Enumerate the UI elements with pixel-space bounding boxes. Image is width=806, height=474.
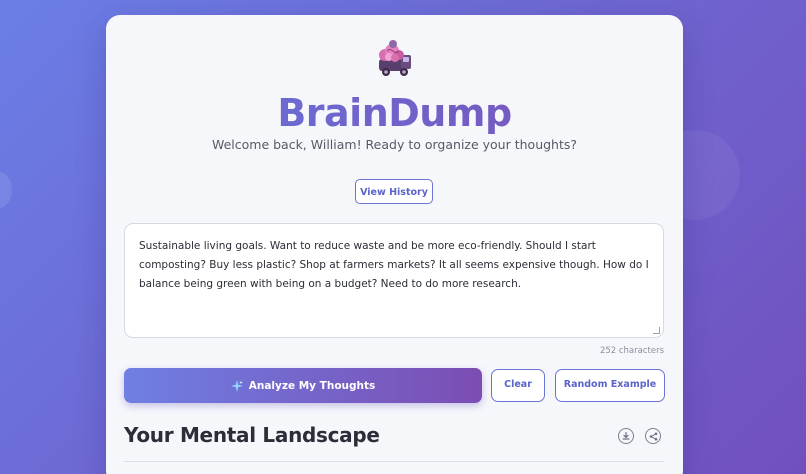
background-bubble-left: [0, 172, 12, 208]
clear-button[interactable]: Clear: [491, 369, 545, 402]
welcome-subtitle: Welcome back, William! Ready to organize…: [211, 137, 578, 152]
random-example-button[interactable]: Random Example: [555, 369, 665, 402]
download-icon[interactable]: [618, 428, 634, 444]
brain-truck-logo-icon: [373, 37, 417, 79]
character-count: 252 characters: [599, 346, 664, 356]
share-icon[interactable]: [645, 428, 661, 444]
thoughts-textarea[interactable]: Sustainable living goals. Want to reduce…: [124, 223, 664, 338]
mental-landscape-title: Your Mental Landscape: [124, 423, 380, 447]
thoughts-text: Sustainable living goals. Want to reduce…: [139, 240, 649, 290]
main-card: BrainDump Welcome back, William! Ready t…: [106, 15, 683, 474]
section-divider: [124, 461, 664, 462]
resize-handle-icon[interactable]: [653, 327, 660, 334]
analyze-thoughts-button[interactable]: Analyze My Thoughts: [124, 368, 482, 403]
app-title: BrainDump: [106, 88, 683, 138]
view-history-button[interactable]: View History: [355, 179, 433, 204]
sparkle-icon: [230, 379, 243, 392]
analyze-thoughts-label: Analyze My Thoughts: [248, 379, 376, 392]
